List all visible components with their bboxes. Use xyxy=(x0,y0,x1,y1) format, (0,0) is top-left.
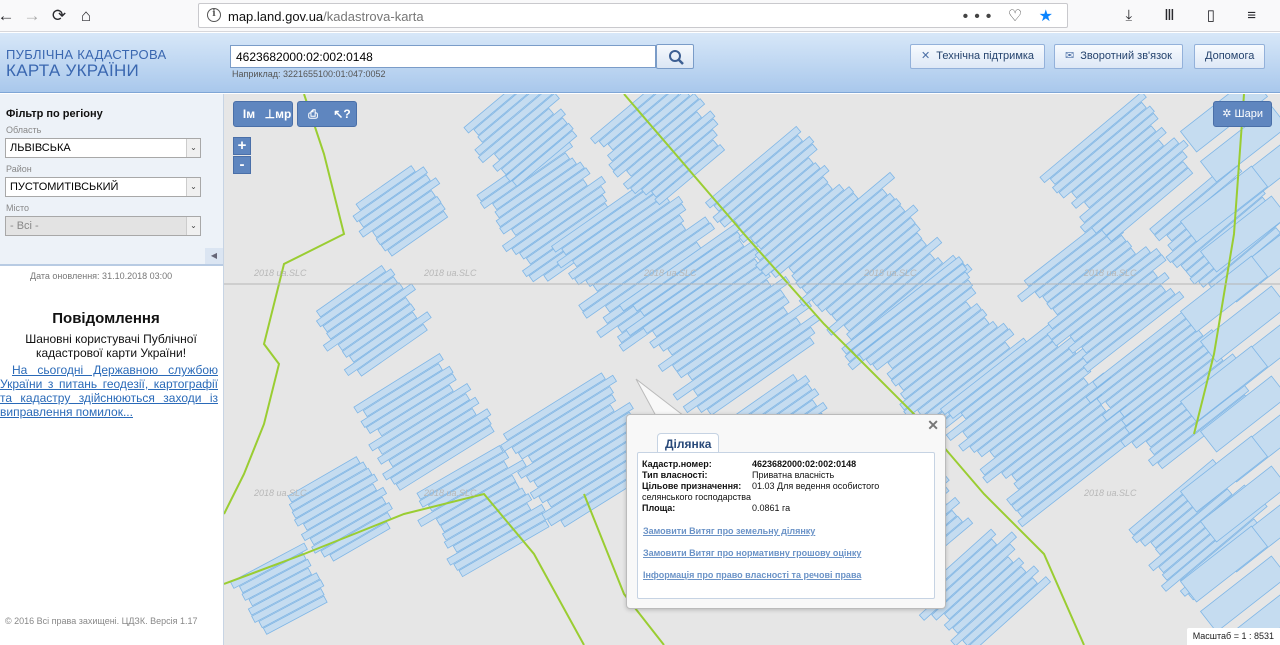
page-actions-icon[interactable]: ••• xyxy=(963,8,998,25)
chevron-down-icon: ⌄ xyxy=(186,217,200,235)
measure-tools: Iм ⊥мр xyxy=(233,101,293,127)
map-watermark: 2018 ua.SLC xyxy=(423,268,477,278)
map-watermark: 2018 ua.SLC xyxy=(253,488,307,498)
download-icon[interactable]: ⤓ xyxy=(1125,7,1146,24)
oblast-value: ЛЬВІВСЬКА xyxy=(10,142,71,154)
collapse-panel-button[interactable]: ◀ xyxy=(205,248,223,264)
browser-toolbar: ← → ⟳ ⌂ i map.land.gov.ua/kadastrova-kar… xyxy=(0,0,1280,32)
message-title: Повідомлення xyxy=(52,310,160,327)
zoom-in-button[interactable]: + xyxy=(233,137,251,155)
misto-select[interactable]: - Всі - ⌄ xyxy=(5,216,201,236)
cadastral-map[interactable]: 2018 ua.SLC 2018 ua.SLC 2018 ua.SLC 2018 ua… xyxy=(224,94,1280,645)
sidebar-icon[interactable]: ▯ xyxy=(1207,7,1229,24)
zoom-out-button[interactable]: - xyxy=(233,156,251,174)
rayon-label: Район xyxy=(6,164,32,174)
purpose-value: 01.03 Для ведення особистого селянського… xyxy=(642,481,880,502)
cad-number-value: 4623682000:02:002:0148 xyxy=(752,459,857,469)
chevron-down-icon: ⌄ xyxy=(186,178,200,196)
gear-icon: ✲ xyxy=(1222,108,1232,120)
rayon-value: ПУСТОМИТІВСЬКИЙ xyxy=(10,181,119,193)
parcel-popup: ✕ Ділянка Кадастр.номер: 4623682000:02:0… xyxy=(626,414,946,609)
bookmark-star-icon[interactable]: ★ xyxy=(1039,8,1059,25)
message-body: Шановні користувачі Публічної кадастрово… xyxy=(25,332,197,360)
area-label: Площа: xyxy=(642,503,676,513)
message-link[interactable]: На сьогодні Державною службою України з … xyxy=(0,363,218,419)
home-icon[interactable]: ⌂ xyxy=(74,4,98,28)
map-watermark: 2018 ua.SLC xyxy=(863,268,917,278)
forward-icon[interactable]: → xyxy=(20,4,44,28)
search-button[interactable] xyxy=(656,44,694,69)
map-scale: Масштаб = 1 : 8531 xyxy=(1186,628,1280,645)
menu-icon[interactable]: ≡ xyxy=(1247,7,1270,24)
order-valuation-link[interactable]: Замовити Витяг про нормативну грошову оц… xyxy=(643,548,861,558)
print-icon[interactable]: ⎙ xyxy=(299,102,327,126)
map-watermark: 2018 ua.SLC xyxy=(253,268,307,278)
chevron-down-icon: ⌄ xyxy=(186,139,200,157)
layers-label: Шари xyxy=(1234,108,1263,120)
site-info-icon[interactable]: i xyxy=(207,8,221,22)
support-button[interactable]: ✕ Технічна підтримка xyxy=(910,44,1046,69)
map-watermark: 2018 ua.SLC xyxy=(1083,268,1137,278)
support-label: Технічна підтримка xyxy=(936,50,1035,62)
area-value: 0.0861 га xyxy=(752,503,791,513)
tools-icon: ✕ xyxy=(921,50,931,62)
feedback-label: Зворотний зв'язок xyxy=(1080,50,1172,62)
print-info-tools: ⎙ ↖? xyxy=(297,101,357,127)
map-watermark: 2018 ua.SLC xyxy=(643,268,697,278)
pocket-icon[interactable]: ♡ xyxy=(1008,8,1028,25)
oblast-label: Область xyxy=(6,125,42,135)
feedback-button[interactable]: ✉ Зворотний зв'язок xyxy=(1054,44,1183,69)
misto-value: - Всі - xyxy=(10,220,39,232)
url-actions: ••• ♡ ★ xyxy=(963,6,1059,26)
oblast-select[interactable]: ЛЬВІВСЬКА ⌄ xyxy=(5,138,201,158)
envelope-icon: ✉ xyxy=(1065,50,1075,62)
help-button[interactable]: Допомога xyxy=(1194,44,1266,69)
reload-icon[interactable]: ⟳ xyxy=(47,4,71,28)
site-header: ПУБЛІЧНА КАДАСТРОВА КАРТА УКРАЇНИ Наприк… xyxy=(0,33,1280,93)
library-icon[interactable]: Ⅲ xyxy=(1164,7,1188,24)
search-example: Наприклад: 3221655100:01:047:0052 xyxy=(232,69,386,79)
ownership-label: Тип власності: xyxy=(642,470,708,480)
measure-distance-button[interactable]: Iм xyxy=(235,102,263,126)
map-watermark: 2018 ua.SLC xyxy=(1083,488,1137,498)
misto-label: Місто xyxy=(6,203,30,213)
address-bar[interactable]: i map.land.gov.ua/kadastrova-karta ••• ♡… xyxy=(198,3,1068,28)
popup-body: Кадастр.номер: 4623682000:02:002:0148 Ти… xyxy=(637,452,935,599)
back-icon[interactable]: ← xyxy=(0,4,18,28)
filter-title: Фільтр по регіону xyxy=(6,108,103,120)
map-watermark: 2018 ua.SLC xyxy=(423,488,477,498)
cadastral-search-input[interactable] xyxy=(230,45,656,68)
close-icon[interactable]: ✕ xyxy=(927,417,939,434)
layers-button[interactable]: ✲ Шари xyxy=(1213,101,1272,127)
measure-area-button[interactable]: ⊥мр xyxy=(264,102,292,126)
url-text[interactable]: map.land.gov.ua/kadastrova-karta xyxy=(228,9,424,24)
browser-right-icons: ⤓ Ⅲ ▯ ≡ xyxy=(1125,6,1270,24)
search-icon xyxy=(669,50,684,65)
cad-number-label: Кадастр.номер: xyxy=(642,459,712,469)
identify-icon[interactable]: ↖? xyxy=(328,102,356,126)
update-date: Дата оновлення: 31.10.2018 03:00 xyxy=(30,271,173,281)
left-panel: Фільтр по регіону Область ЛЬВІВСЬКА ⌄ Рай… xyxy=(0,94,224,645)
ownership-info-link[interactable]: Інформація про право власності та речові… xyxy=(643,570,861,580)
order-extract-link[interactable]: Замовити Витяг про земельну ділянку xyxy=(643,526,815,536)
site-logo[interactable]: ПУБЛІЧНА КАДАСТРОВА КАРТА УКРАЇНИ xyxy=(6,47,166,79)
logo-line2: КАРТА УКРАЇНИ xyxy=(6,61,140,80)
ownership-value: Приватна власність xyxy=(752,470,835,480)
rayon-select[interactable]: ПУСТОМИТІВСЬКИЙ ⌄ xyxy=(5,177,201,197)
tab-parcel[interactable]: Ділянка xyxy=(657,433,720,453)
purpose-row: Цільове призначення: 01.03 Для ведення о… xyxy=(642,481,932,503)
region-filter: Фільтр по регіону Область ЛЬВІВСЬКА ⌄ Рай… xyxy=(0,94,223,266)
copyright: © 2016 Всі права захищені. ЦДЗК. Версія … xyxy=(5,616,198,626)
